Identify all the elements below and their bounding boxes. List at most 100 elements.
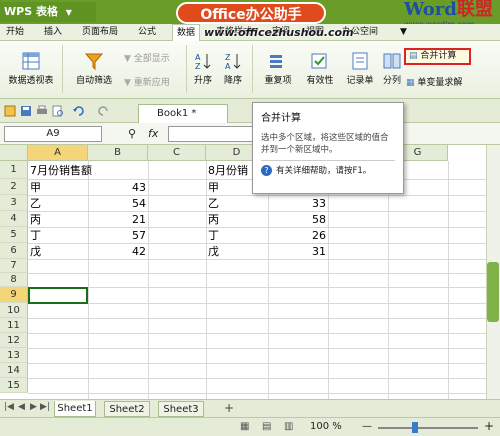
menu-formula[interactable]: 公式 [138,24,156,41]
row-header-5[interactable]: 5 [0,227,28,243]
reapply-label: 重新应用 [133,78,170,88]
cell-e5[interactable]: 26 [270,228,326,243]
select-all-corner[interactable] [0,145,28,161]
gridline [28,378,486,379]
cell-a1[interactable]: 7月份销售额 [30,163,92,178]
row-header-12[interactable]: 12 [0,333,28,348]
redo-icon[interactable] [98,105,110,117]
column-header-b[interactable]: B [88,145,148,161]
row-header-8[interactable]: 8 [0,273,28,287]
cell-d3[interactable]: 乙 [208,196,219,211]
row-header-1[interactable]: 1 [0,161,28,179]
zoom-lens-icon[interactable]: ⚲ [128,127,136,140]
first-sheet-icon[interactable]: |◀ [4,402,14,412]
svg-text:A: A [225,62,231,71]
cell-e6[interactable]: 31 [270,244,326,259]
validity-button[interactable]: 有效性 [302,51,338,86]
save-icon[interactable] [20,105,32,117]
sheet-tab-sheet1[interactable]: Sheet1 [54,401,96,417]
sheet-tab-sheet3[interactable]: Sheet3 [158,401,204,417]
cell-d2[interactable]: 甲 [208,180,219,195]
row-header-6[interactable]: 6 [0,243,28,259]
columns-label: 分列 [382,76,401,86]
cell-b6[interactable]: 42 [90,244,146,259]
print-icon[interactable] [36,105,48,117]
scrollbar-thumb[interactable] [487,262,499,322]
new-doc-icon[interactable] [4,105,16,117]
row-header-4[interactable]: 4 [0,211,28,227]
duplicates-button[interactable]: 重复项 [258,51,298,86]
row-header-11[interactable]: 11 [0,318,28,333]
cell-e4[interactable]: 58 [270,212,326,227]
show-all-button[interactable]: ▼ 全部显示 [124,53,170,65]
auto-filter-button[interactable]: 自动筛选 [72,51,116,86]
zoom-slider-knob[interactable] [412,422,418,433]
cell-a6[interactable]: 戊 [30,244,41,259]
cell-b4[interactable]: 21 [90,212,146,227]
zoom-level: 100 % [310,421,342,432]
cell-a3[interactable]: 乙 [30,196,41,211]
row-header-7[interactable]: 7 [0,259,28,273]
cell-a4[interactable]: 丙 [30,212,41,227]
fx-icon[interactable]: fx [148,127,158,140]
office-helper-banner: Office办公助手 [176,2,326,24]
pivot-table-label: 数据透视表 [8,76,54,86]
row-header-2[interactable]: 2 [0,179,28,195]
menu-home[interactable]: 开始 [6,24,24,41]
sort-ascending-label: 升序 [193,76,212,86]
last-sheet-icon[interactable]: ▶| [40,402,50,412]
workbook-tab[interactable]: Book1 * [138,104,228,123]
add-sheet-icon[interactable]: + [224,401,234,415]
row-header-14[interactable]: 14 [0,363,28,378]
cell-b3[interactable]: 54 [90,196,146,211]
text-to-columns-button[interactable]: 分列 [380,51,404,86]
workbook-tab-label: Book1 * [157,108,197,119]
active-cell-a9[interactable] [28,287,88,304]
menu-insert[interactable]: 插入 [44,24,62,41]
column-header-a[interactable]: A [28,145,88,161]
gridline [28,259,486,260]
pivot-table-button[interactable]: 数据透视表 [6,51,56,86]
cell-b2[interactable]: 43 [90,180,146,195]
row-header-13[interactable]: 13 [0,348,28,363]
menu-page-layout[interactable]: 页面布局 [82,24,118,41]
row-header-15[interactable]: 15 [0,378,28,393]
page-break-icon[interactable]: ▥ [284,421,293,432]
sheet-tab-sheet2[interactable]: Sheet2 [104,401,150,417]
zoom-in-icon[interactable]: + [484,419,494,433]
row-header-10[interactable]: 10 [0,303,28,318]
zoom-out-icon[interactable]: — [362,421,372,432]
consolidate-icon: ▤ [409,51,418,61]
row-header-9[interactable]: 9 [0,287,28,303]
name-box[interactable]: A9 [4,126,102,142]
undo-icon[interactable] [72,105,84,117]
menu-more-icon[interactable]: ▼ [400,24,407,41]
goal-seek-button[interactable]: ▦ 单变量求解 [406,75,496,88]
cell-d6[interactable]: 戊 [208,244,219,259]
cell-e3[interactable]: 33 [270,196,326,211]
print-preview-icon[interactable] [52,105,64,117]
normal-view-icon[interactable]: ▦ [240,421,249,432]
record-form-button[interactable]: 记录单 [342,51,378,86]
next-sheet-icon[interactable]: ▶ [30,402,37,412]
app-menu-button[interactable]: WPS 表格 ▼ [0,2,96,22]
cell-a5[interactable]: 丁 [30,228,41,243]
zoom-slider[interactable] [378,427,478,429]
cell-d5[interactable]: 丁 [208,228,219,243]
sort-descending-button[interactable]: ZA 降序 [220,51,246,86]
row-header-3[interactable]: 3 [0,195,28,211]
sort-ascending-button[interactable]: AZ 升序 [190,51,216,86]
cell-d1[interactable]: 8月份销 [208,163,248,178]
consolidate-button[interactable]: ▤ 合并计算 [404,48,471,65]
prev-sheet-icon[interactable]: ◀ [18,402,25,412]
column-header-c[interactable]: C [148,145,206,161]
gridline [28,363,486,364]
page-layout-icon[interactable]: ▤ [262,421,271,432]
spreadsheet-grid[interactable]: A B C D E F G 1 2 3 4 5 6 7 8 9 10 11 12… [0,145,486,399]
reapply-button[interactable]: ▼ 重新应用 [124,77,170,89]
cell-a2[interactable]: 甲 [30,180,41,195]
cell-d4[interactable]: 丙 [208,212,219,227]
formula-input[interactable] [168,126,258,142]
menu-data[interactable]: 数据 [172,24,201,41]
cell-b5[interactable]: 57 [90,228,146,243]
